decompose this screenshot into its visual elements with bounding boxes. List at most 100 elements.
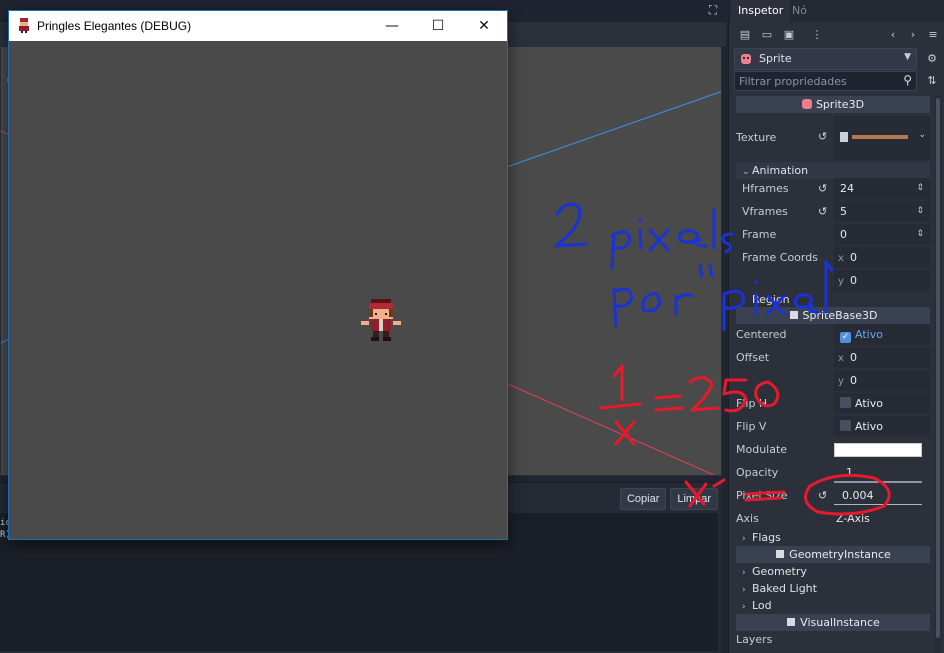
group-baked-light[interactable]: › Baked Light [736,580,930,597]
offset-x-value: 0 [850,351,857,364]
node3d-icon [787,618,796,626]
revert-icon[interactable]: ↺ [818,178,827,199]
maximize-icon[interactable]: ☐ [415,11,461,41]
sort-icon[interactable]: ⇅ [925,74,939,87]
inspector-dock: Inspetor Nó ▤ ▭ ▣ ⋮ ‹ › ≡ Sprite ▼ ⚙ ⚲ ⇅… [728,0,944,653]
revert-icon[interactable]: ↺ [818,130,827,143]
blue-axis-line [500,91,721,170]
revert-icon[interactable]: ↺ [818,201,827,222]
offset-x-field[interactable]: x0 [834,347,930,368]
vframes-value: 5 [840,205,847,218]
offset-y-value: 0 [850,374,857,387]
red-axis-line [500,380,716,475]
group-region[interactable]: › Region [736,291,930,308]
vframes-field[interactable]: ↺ 5 ⇕ [818,201,930,222]
axis-dropdown[interactable]: Z-Axis [836,512,870,526]
group-lod[interactable]: › Lod [736,597,930,614]
flip-h-checkbox[interactable]: Ativo [834,393,930,414]
fullscreen-icon[interactable]: ⛶ [706,3,720,17]
more-options-icon[interactable]: ⋮ [809,27,825,43]
hframes-field[interactable]: ↺ 24 ⇕ [818,178,930,199]
section-spritebase3d: SpriteBase3D [736,307,930,324]
frame-coords-x-field[interactable]: x0 [834,247,930,268]
vframes-label: Vframes [742,205,788,218]
axis-x-label: x [838,353,844,364]
history-forward-icon[interactable]: › [905,27,921,43]
group-region-label: Region [752,293,790,306]
checkbox-icon [840,397,851,408]
centered-label: Centered [736,328,787,341]
chevron-down-icon: ▼ [904,52,911,62]
game-debug-window[interactable]: Pringles Elegantes (DEBUG) — ☐ ✕ [8,10,508,540]
save-icon[interactable]: ▣ [781,27,797,43]
object-name: Sprite [759,52,792,65]
frame-coords-label: Frame Coords [742,251,818,264]
scrollbar-thumb[interactable] [936,98,940,638]
open-folder-icon[interactable]: ▭ [759,27,775,43]
inspector-scrollbar[interactable] [935,96,941,653]
pixel-size-slider[interactable] [834,504,922,505]
pixel-size-value[interactable]: 0.004 [842,489,874,503]
copy-button[interactable]: Copiar [619,488,667,510]
checkbox-icon [840,420,851,431]
checkmark-icon: ✓ [840,332,851,343]
object-properties-icon[interactable]: ⚙ [925,52,939,65]
node3d-icon [789,311,798,319]
section-sprite3d-label: Sprite3D [815,98,865,111]
spinner-icon[interactable]: ⇕ [916,201,924,222]
flip-h-label: Flip H [736,397,768,410]
flip-v-checkbox[interactable]: Ativo [834,416,930,437]
object-selector[interactable]: Sprite ▼ [734,48,917,70]
object-history-icon[interactable]: ≡ [925,27,941,43]
frame-label: Frame [742,228,777,241]
new-resource-icon[interactable]: ▤ [737,27,753,43]
revert-icon[interactable]: ↺ [818,489,827,502]
axis-y-label: y [838,276,844,287]
sprite-node-icon [741,54,751,64]
texture-field[interactable]: ↺ ⌄ [818,116,930,160]
frame-coords-y-value: 0 [850,274,857,287]
group-flags-label: Flags [752,531,781,544]
flip-v-value: Ativo [855,420,883,433]
offset-y-field[interactable]: y0 [834,370,930,391]
sprite3d-icon [801,99,812,109]
group-flags[interactable]: › Flags [736,529,930,546]
history-back-icon[interactable]: ‹ [885,27,901,43]
centered-checkbox[interactable]: ✓ Ativo [834,324,930,345]
group-animation[interactable]: ⌄ Animation [736,162,930,179]
tab-inspector[interactable]: Inspetor [731,0,791,22]
opacity-label: Opacity [736,466,779,479]
group-lod-label: Lod [752,599,772,612]
offset-label: Offset [736,351,770,364]
group-geometry-label: Geometry [752,565,807,578]
opacity-slider[interactable] [834,481,922,483]
filter-input[interactable] [739,74,899,88]
section-visual-instance-label: VisualInstance [800,616,880,629]
dock-tab-bar: Inspetor Nó [729,0,944,22]
section-visual-instance: VisualInstance [736,614,930,631]
clear-button[interactable]: Limpar [670,488,718,510]
chevron-down-icon: ⌄ [742,167,750,177]
property-filter[interactable]: ⚲ [734,71,917,91]
spinner-icon[interactable]: ⇕ [916,178,924,199]
axis-y-label: y [838,376,844,387]
modulate-color-picker[interactable] [834,443,922,457]
game-app-icon [19,18,29,33]
group-geometry[interactable]: › Geometry [736,563,930,580]
hframes-value: 24 [840,182,854,195]
game-canvas[interactable] [9,41,507,539]
chevron-down-icon[interactable]: ⌄ [918,130,926,140]
frame-coords-x-value: 0 [850,251,857,264]
window-titlebar[interactable]: Pringles Elegantes (DEBUG) — ☐ ✕ [9,11,507,41]
opacity-value[interactable]: 1 [846,466,853,480]
section-geometry-instance: GeometryInstance [736,546,930,563]
tab-node[interactable]: Nó [785,0,814,22]
section-sprite3d: Sprite3D [736,96,930,113]
spinner-icon[interactable]: ⇕ [916,224,924,245]
close-icon[interactable]: ✕ [461,11,507,41]
frame-coords-y-field[interactable]: y0 [834,270,930,291]
layers-label: Layers [736,633,773,646]
frame-field[interactable]: 0 ⇕ [834,224,930,245]
texture-preview [840,132,908,142]
minimize-icon[interactable]: — [369,11,415,41]
